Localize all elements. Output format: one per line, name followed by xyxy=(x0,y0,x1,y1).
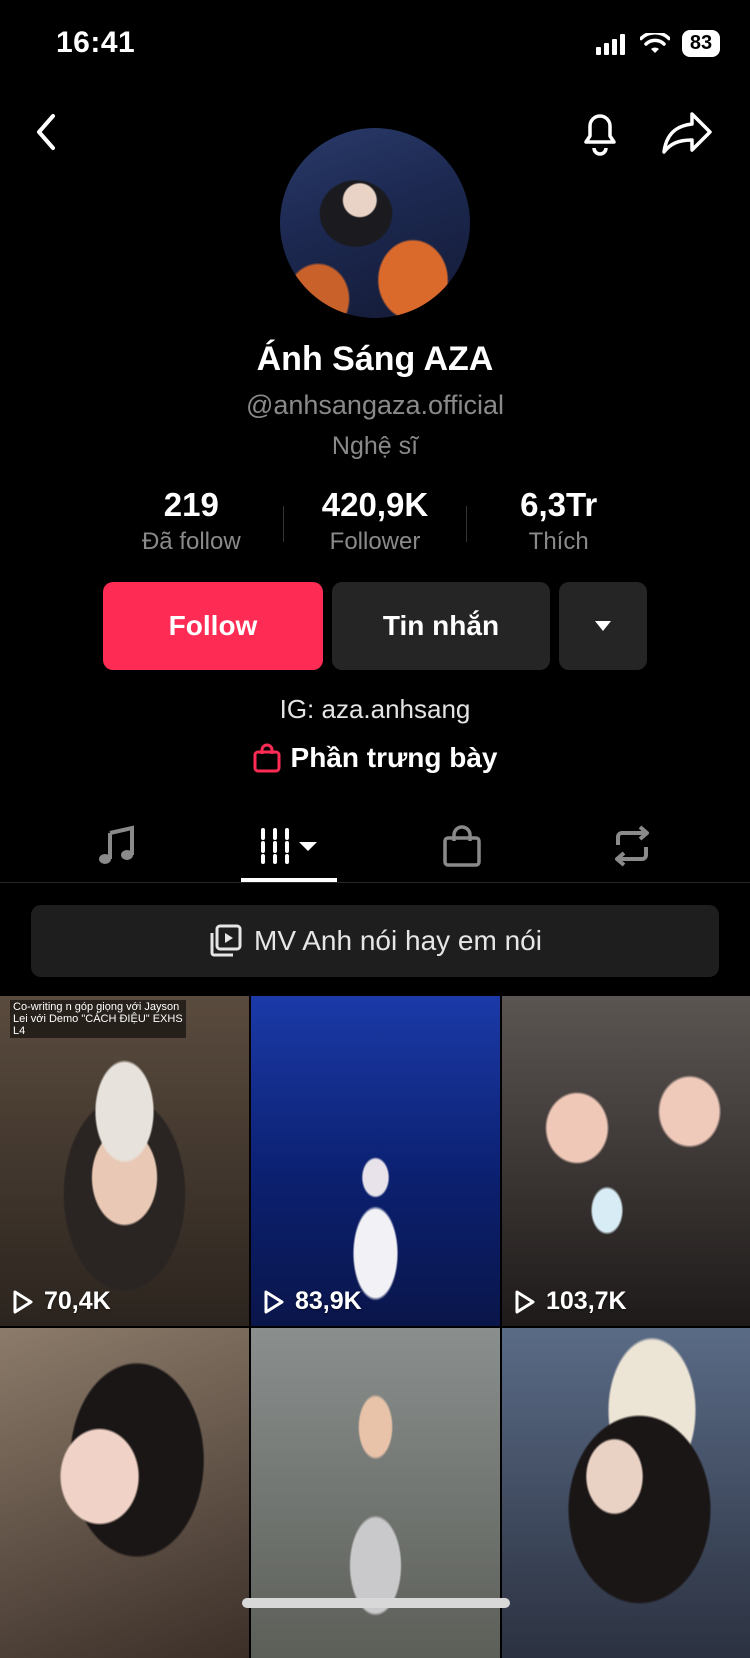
view-count-value: 70,4K xyxy=(44,1287,111,1315)
video-grid: Co-writing n góp giọng với Jayson Lei vớ… xyxy=(0,996,750,1658)
divider xyxy=(0,882,750,883)
stat-value: 6,3Tr xyxy=(520,486,598,523)
profile-handle: @anhsangaza.official xyxy=(245,390,505,420)
profile-name: Ánh Sáng AZA xyxy=(256,340,494,378)
follow-button[interactable]: Follow xyxy=(103,582,323,670)
notification-bell-button[interactable] xyxy=(572,104,628,160)
showcase-link[interactable]: Phần trưng bày xyxy=(0,742,750,774)
back-button[interactable] xyxy=(24,104,68,160)
videos-grid-icon xyxy=(261,828,317,864)
wifi-icon xyxy=(640,32,670,53)
video-thumbnail[interactable]: 103,7K xyxy=(502,996,750,1326)
view-count: 70,4K xyxy=(12,1287,111,1316)
tab-reposts[interactable] xyxy=(590,810,674,882)
play-icon xyxy=(515,1290,535,1313)
video-thumbnail[interactable]: Co-writing n góp giọng với Jayson Lei vớ… xyxy=(0,996,249,1326)
tab-videos[interactable] xyxy=(241,810,337,882)
playlist-button[interactable]: MV Anh nói hay em nói xyxy=(31,905,719,977)
video-caption: Co-writing n góp giọng với Jayson Lei vớ… xyxy=(10,1000,186,1038)
playlist-label: MV Anh nói hay em nói xyxy=(254,925,542,956)
stat-likes[interactable]: 6,3Tr Thích xyxy=(467,486,650,556)
tab-shop[interactable] xyxy=(420,810,504,882)
video-thumbnail[interactable] xyxy=(251,1328,500,1658)
stat-label: Follower xyxy=(329,528,421,555)
play-icon xyxy=(13,1290,33,1313)
music-icon xyxy=(99,825,134,864)
message-button[interactable]: Tin nhắn xyxy=(332,582,550,670)
avatar[interactable] xyxy=(280,128,470,318)
stat-label: Thích xyxy=(528,528,589,555)
stat-value: 219 xyxy=(163,486,219,523)
stat-following[interactable]: 219 Đã follow xyxy=(100,486,283,556)
more-options-button[interactable] xyxy=(559,582,647,670)
battery-indicator: 83 xyxy=(682,30,720,57)
chevron-left-icon xyxy=(37,114,55,150)
profile-category: Nghệ sĩ xyxy=(331,432,419,460)
status-icons: 83 xyxy=(596,30,720,57)
profile-stats: 219 Đã follow 420,9K Follower 6,3Tr Thíc… xyxy=(100,486,650,556)
shopping-bag-icon xyxy=(253,743,281,773)
showcase-label: Phần trưng bày xyxy=(290,742,498,773)
bell-icon xyxy=(584,114,616,156)
view-count: 83,9K xyxy=(263,1287,362,1316)
video-thumbnail[interactable]: 83,9K xyxy=(251,996,500,1326)
stat-value: 420,9K xyxy=(321,486,429,523)
profile-tabs xyxy=(0,810,750,882)
repost-icon xyxy=(615,825,649,867)
shop-bag-icon xyxy=(443,825,481,867)
tab-music[interactable] xyxy=(74,810,158,882)
stat-label: Đã follow xyxy=(141,528,241,555)
status-time: 16:41 xyxy=(56,26,136,59)
share-button[interactable] xyxy=(658,104,718,160)
caret-down-icon xyxy=(595,621,611,631)
home-indicator[interactable] xyxy=(242,1598,510,1608)
play-icon xyxy=(264,1290,284,1313)
video-thumbnail[interactable] xyxy=(0,1328,249,1658)
stat-followers[interactable]: 420,9K Follower xyxy=(284,486,467,556)
view-count-value: 83,9K xyxy=(295,1287,362,1315)
video-thumbnail[interactable] xyxy=(502,1328,750,1658)
cellular-signal-icon xyxy=(596,33,625,55)
view-count-value: 103,7K xyxy=(546,1287,627,1315)
playlist-icon xyxy=(210,924,242,957)
share-arrow-icon xyxy=(662,112,712,154)
profile-bio[interactable]: IG: aza.anhsang xyxy=(0,694,750,725)
view-count: 103,7K xyxy=(514,1287,627,1316)
